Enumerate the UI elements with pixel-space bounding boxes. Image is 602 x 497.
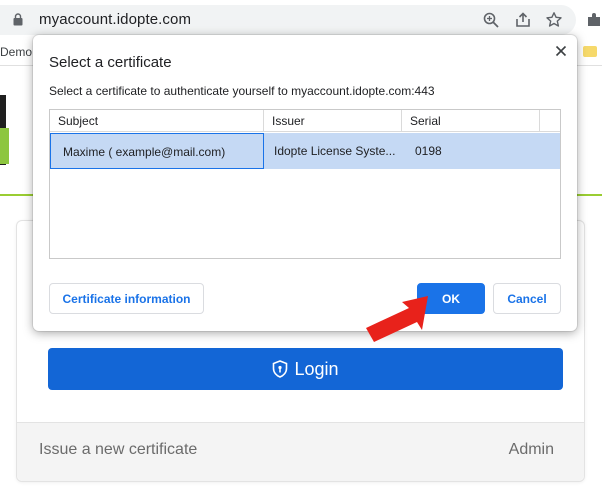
dialog-description: Select a certificate to authenticate you… bbox=[49, 84, 435, 98]
issue-certificate-link[interactable]: Issue a new certificate bbox=[39, 441, 197, 459]
lock-icon[interactable] bbox=[13, 13, 23, 26]
login-button-label: Login bbox=[294, 358, 339, 379]
bookmark-folder-icon[interactable] bbox=[583, 46, 597, 57]
column-subject[interactable]: Subject bbox=[50, 110, 264, 132]
shield-icon bbox=[273, 360, 288, 378]
address-bar: myaccount.idopte.com bbox=[0, 0, 602, 38]
column-issuer[interactable]: Issuer bbox=[264, 110, 402, 132]
cancel-button[interactable]: Cancel bbox=[493, 283, 561, 314]
cell-subject[interactable]: Maxime ( example@mail.com) bbox=[50, 133, 264, 169]
certificate-info-button[interactable]: Certificate information bbox=[49, 283, 204, 314]
extensions-icon[interactable] bbox=[585, 11, 602, 29]
url-text[interactable]: myaccount.idopte.com bbox=[39, 11, 191, 28]
close-icon[interactable] bbox=[553, 43, 569, 59]
dialog-title: Select a certificate bbox=[49, 54, 172, 71]
admin-link[interactable]: Admin bbox=[509, 441, 554, 459]
certificate-table: Subject Issuer Serial Maxime ( example@m… bbox=[49, 109, 561, 259]
zoom-icon[interactable] bbox=[482, 11, 500, 29]
logo-green-fragment bbox=[0, 128, 9, 164]
table-row[interactable]: Maxime ( example@mail.com) Idopte Licens… bbox=[50, 133, 560, 169]
table-header: Subject Issuer Serial bbox=[50, 110, 560, 132]
red-arrow-icon bbox=[366, 296, 428, 342]
certificate-dialog: Select a certificate Select a certificat… bbox=[33, 35, 577, 331]
bookmark-demo[interactable]: Demo bbox=[0, 45, 32, 59]
share-icon[interactable] bbox=[514, 11, 532, 29]
cell-serial[interactable]: 0198 bbox=[415, 133, 535, 169]
cell-issuer[interactable]: Idopte License Syste... bbox=[274, 133, 396, 169]
login-button[interactable]: Login bbox=[48, 348, 563, 390]
bookmark-star-icon[interactable] bbox=[545, 11, 563, 29]
card-footer: Issue a new certificate Admin bbox=[17, 422, 584, 481]
column-serial[interactable]: Serial bbox=[402, 110, 540, 132]
